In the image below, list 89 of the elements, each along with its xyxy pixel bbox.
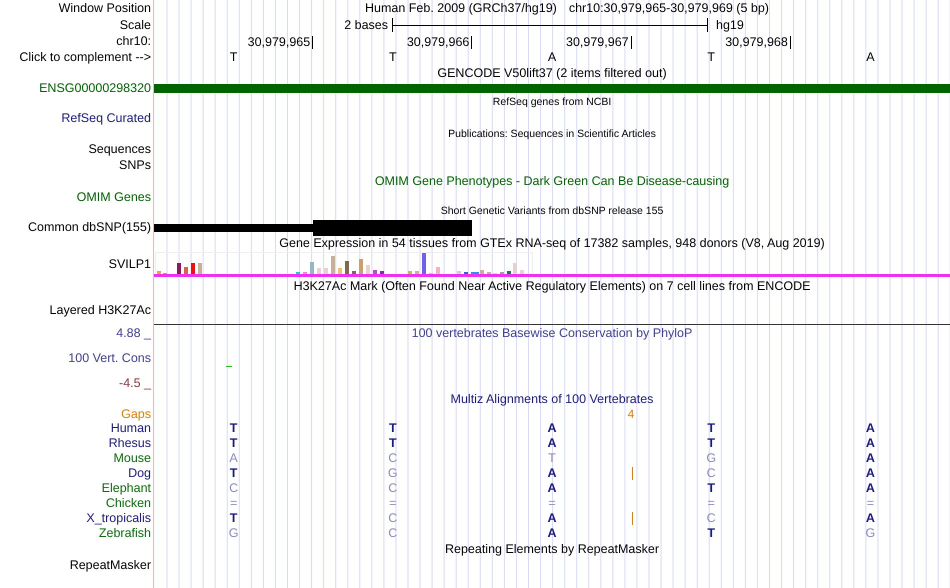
aligned-base: A — [547, 422, 556, 435]
track-title: Publications: Sequences in Scientific Articles — [448, 129, 656, 140]
track-title: Repeating Elements by RepeatMasker — [444, 542, 659, 556]
track-title: 100 vertebrates Basewise Conservation by PhyloP — [412, 327, 692, 340]
track-label: ENSG00000298320 — [39, 82, 151, 94]
aligned-base: A — [866, 467, 875, 480]
base-letter: T — [388, 50, 397, 64]
aligned-base: A — [866, 422, 875, 435]
aligned-base: T — [230, 467, 238, 480]
track-title: Multiz Alignments of 100 Vertebrates — [450, 393, 654, 406]
track-title: Gene Expression in 54 tissues from GTEx RNA-seq of 17382 samples, 948 donors (V8, Aug 2019) — [279, 237, 825, 250]
track-label: chr10: — [116, 34, 151, 48]
assembly-name: Human Feb. 2009 (GRCh37/hg19) — [365, 2, 557, 15]
base-letter: T — [707, 50, 716, 64]
track-title: RefSeq genes from NCBI — [492, 97, 612, 108]
aligned-base: T — [548, 452, 556, 465]
coordinate-tick: 30,979,966 — [406, 36, 472, 49]
species-label: Elephant — [102, 482, 151, 495]
aligned-base: = — [548, 497, 556, 510]
aligned-base: A — [547, 437, 556, 450]
aligned-base: = — [389, 497, 396, 510]
coordinate-tick: 30,979,967 — [566, 36, 632, 49]
track-label: OMIM Genes — [76, 190, 151, 204]
aligned-base: C — [388, 482, 398, 495]
aligned-base: A — [547, 512, 556, 525]
species-label: Zebrafish — [98, 527, 151, 540]
species-label: Human — [110, 422, 151, 435]
aligned-base: = — [866, 497, 874, 510]
track-title: OMIM Gene Phenotypes - Dark Green Can Be Disease-causing — [374, 175, 730, 188]
aligned-base: C — [388, 512, 398, 525]
axis-max-label: 4.88 _ — [116, 327, 151, 340]
aligned-base: T — [230, 437, 238, 450]
conservation-mark — [226, 366, 232, 367]
track-title: H3K27Ac Mark (Often Found Near Active Regulatory Elements) on 7 cell lines from ENCODE — [294, 280, 810, 292]
aligned-base: = — [230, 497, 238, 510]
track-title: GENCODE V50lift37 (2 items filtered out) — [437, 66, 667, 80]
coordinate-tick: 30,979,965 — [248, 36, 314, 49]
species-label: X_tropicalis — [86, 512, 151, 525]
track-label: Window Position — [58, 2, 151, 15]
species-label: Rhesus — [108, 437, 151, 450]
scale-db-label: hg19 — [715, 18, 744, 32]
aligned-base: C — [388, 527, 398, 540]
aligned-base: A — [866, 452, 875, 465]
aligned-base: C — [706, 512, 716, 525]
aligned-base: T — [388, 437, 397, 450]
aligned-base: T — [707, 482, 716, 495]
aligned-base: C — [388, 452, 398, 465]
aligned-base: A — [547, 467, 556, 480]
track-label: Gaps — [121, 408, 151, 420]
aligned-base: G — [866, 527, 876, 540]
track-label: Common dbSNP(155) — [28, 221, 151, 234]
base-letter: T — [230, 50, 238, 64]
aligned-base: A — [866, 482, 875, 495]
aligned-base: A — [547, 527, 556, 540]
aligned-base: C — [229, 482, 238, 495]
aligned-base: T — [707, 527, 716, 540]
track-label: SNPs — [119, 158, 151, 172]
track-label: Scale — [120, 18, 151, 32]
species-label: Chicken — [106, 497, 151, 510]
aligned-base: = — [708, 497, 715, 510]
aligned-base: T — [707, 422, 716, 435]
track-label: Sequences — [88, 143, 151, 156]
base-letter: A — [866, 50, 875, 64]
aligned-base: A — [229, 452, 238, 465]
base-letter: A — [548, 50, 556, 64]
aligned-base: T — [707, 437, 716, 450]
species-label: Mouse — [113, 452, 151, 465]
aligned-base: T — [230, 422, 238, 435]
aligned-base: A — [866, 512, 875, 525]
track-label: SVILP1 — [108, 258, 151, 270]
species-label: Dog — [128, 467, 151, 480]
axis-min-label: -4.5 _ — [119, 377, 151, 390]
track-title: Short Genetic Variants from dbSNP release 155 — [440, 206, 664, 217]
aligned-base: A — [547, 482, 556, 495]
scale-text: 2 bases — [344, 18, 388, 32]
gap-count: 4 — [628, 408, 634, 420]
aligned-base: A — [866, 437, 875, 450]
coordinate-tick: 30,979,968 — [725, 36, 791, 49]
track-label: RepeatMasker — [70, 558, 151, 572]
aligned-base: T — [388, 422, 397, 435]
track-label: RefSeq Curated — [61, 112, 151, 125]
track-label: Layered H3K27Ac — [50, 304, 151, 316]
aligned-base: G — [706, 452, 716, 465]
aligned-base: G — [388, 467, 398, 480]
track-label: 100 Vert. Cons — [68, 352, 151, 365]
aligned-base: G — [228, 527, 238, 540]
aligned-base: T — [230, 512, 238, 525]
position-text: chr10:30,979,965-30,979,969 (5 bp) — [568, 2, 769, 15]
aligned-base: C — [706, 467, 716, 480]
